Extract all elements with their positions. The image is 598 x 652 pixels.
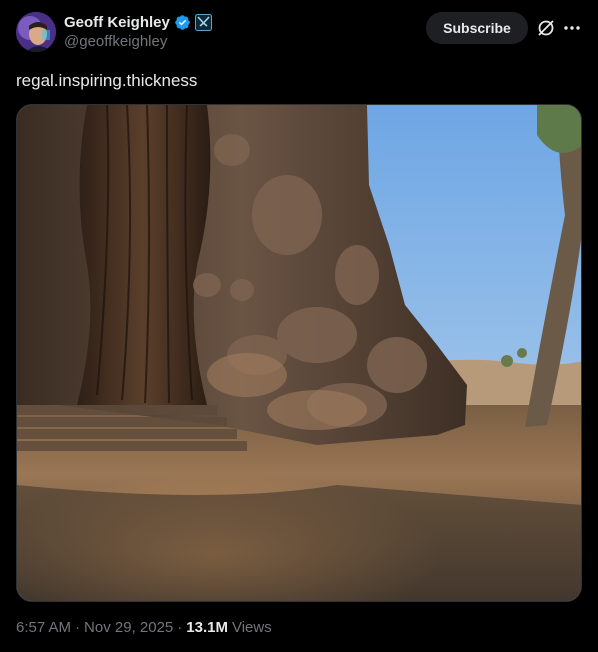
subscribe-button[interactable]: Subscribe: [426, 12, 528, 44]
more-options-icon[interactable]: [562, 18, 582, 38]
grok-icon[interactable]: [536, 18, 556, 38]
views-label: Views: [231, 619, 272, 636]
post-time[interactable]: 6:57 AM: [16, 619, 71, 636]
view-count: 13.1M: [186, 619, 228, 636]
author-avatar[interactable]: [16, 12, 56, 52]
photo-image: [17, 105, 581, 601]
post-image[interactable]: [16, 104, 582, 602]
verified-badge-icon[interactable]: [174, 14, 191, 31]
meta-separator: ·: [177, 619, 183, 636]
post-text: regal.inspiring.thickness: [16, 71, 198, 90]
author-handle[interactable]: @geoffkeighley: [64, 33, 167, 50]
author-name-row: Geoff Keighley: [64, 12, 212, 32]
author-display-name[interactable]: Geoff Keighley: [64, 14, 170, 31]
post-meta: 6:57 AM · Nov 29, 2025 · 13.1M Views: [16, 619, 272, 636]
post-date[interactable]: Nov 29, 2025: [84, 619, 173, 636]
game-awards-badge-icon[interactable]: [194, 13, 212, 31]
tweet: Geoff Keighley @geoffkeighley Subscribe: [0, 0, 598, 652]
meta-separator: ·: [75, 619, 81, 636]
